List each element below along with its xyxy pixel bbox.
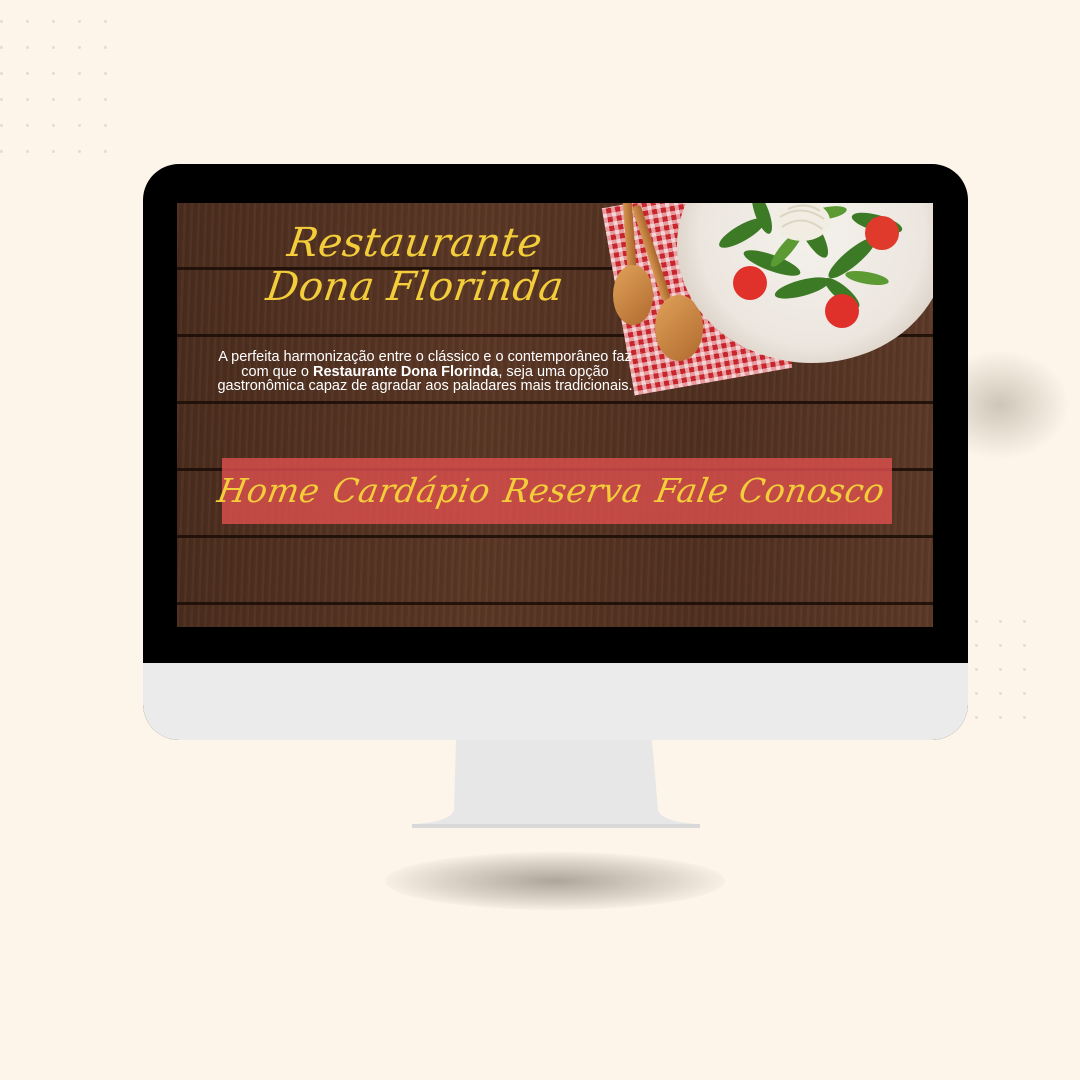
- dot: [0, 98, 3, 101]
- dot: [52, 72, 55, 75]
- dot: [78, 46, 81, 49]
- dot: [999, 692, 1002, 695]
- nav-item-reserva[interactable]: Reserva: [498, 458, 648, 524]
- nav-item-cardapio[interactable]: Cardápio: [327, 458, 496, 524]
- nav-item-fale-conosco[interactable]: Fale Conosco: [650, 458, 890, 524]
- dot: [1023, 716, 1026, 719]
- dot: [999, 644, 1002, 647]
- website-screen: Restaurante Dona Florinda A perfeita har…: [177, 203, 933, 627]
- dot: [104, 98, 107, 101]
- monitor-chin: [143, 663, 968, 740]
- dot: [26, 98, 29, 101]
- dot: [26, 150, 29, 153]
- dot: [975, 644, 978, 647]
- dot: [52, 98, 55, 101]
- dot: [78, 72, 81, 75]
- logo-title-line2: Dona Florinda: [263, 264, 567, 310]
- dot: [0, 20, 3, 23]
- dot: [999, 668, 1002, 671]
- dot: [0, 72, 3, 75]
- dot: [1023, 692, 1026, 695]
- dot-grid-right: [975, 620, 1055, 730]
- dot: [26, 124, 29, 127]
- dot-grid-top-left: [0, 20, 110, 165]
- dot: [975, 692, 978, 695]
- dot: [1023, 644, 1026, 647]
- monitor-stand: [412, 740, 700, 828]
- dot: [78, 98, 81, 101]
- dot: [52, 124, 55, 127]
- site-logo[interactable]: Restaurante Dona Florinda: [263, 220, 567, 310]
- dot: [52, 20, 55, 23]
- dot: [104, 150, 107, 153]
- dot: [104, 72, 107, 75]
- dot: [0, 46, 3, 49]
- dot: [1023, 668, 1026, 671]
- dot: [26, 72, 29, 75]
- dot: [52, 46, 55, 49]
- dot: [999, 716, 1002, 719]
- dot: [78, 150, 81, 153]
- wooden-spoon-image: [613, 265, 653, 325]
- nav-item-home[interactable]: Home: [212, 458, 325, 524]
- dot: [104, 124, 107, 127]
- dot: [975, 668, 978, 671]
- logo-title-line1: Restaurante: [284, 220, 546, 266]
- dot: [999, 620, 1002, 623]
- dot: [0, 124, 3, 127]
- dot: [26, 20, 29, 23]
- site-description: A perfeita harmonização entre o clássico…: [215, 350, 635, 394]
- dot: [1023, 620, 1026, 623]
- dot: [104, 20, 107, 23]
- main-nav: Home Cardápio Reserva Fale Conosco: [215, 458, 892, 524]
- salad-image: [719, 203, 903, 328]
- dot: [975, 620, 978, 623]
- dot: [52, 150, 55, 153]
- dot: [104, 46, 107, 49]
- dot: [78, 20, 81, 23]
- dot: [78, 124, 81, 127]
- dot: [0, 150, 3, 153]
- monitor-base-shadow: [385, 852, 725, 910]
- dot: [975, 716, 978, 719]
- dot: [26, 46, 29, 49]
